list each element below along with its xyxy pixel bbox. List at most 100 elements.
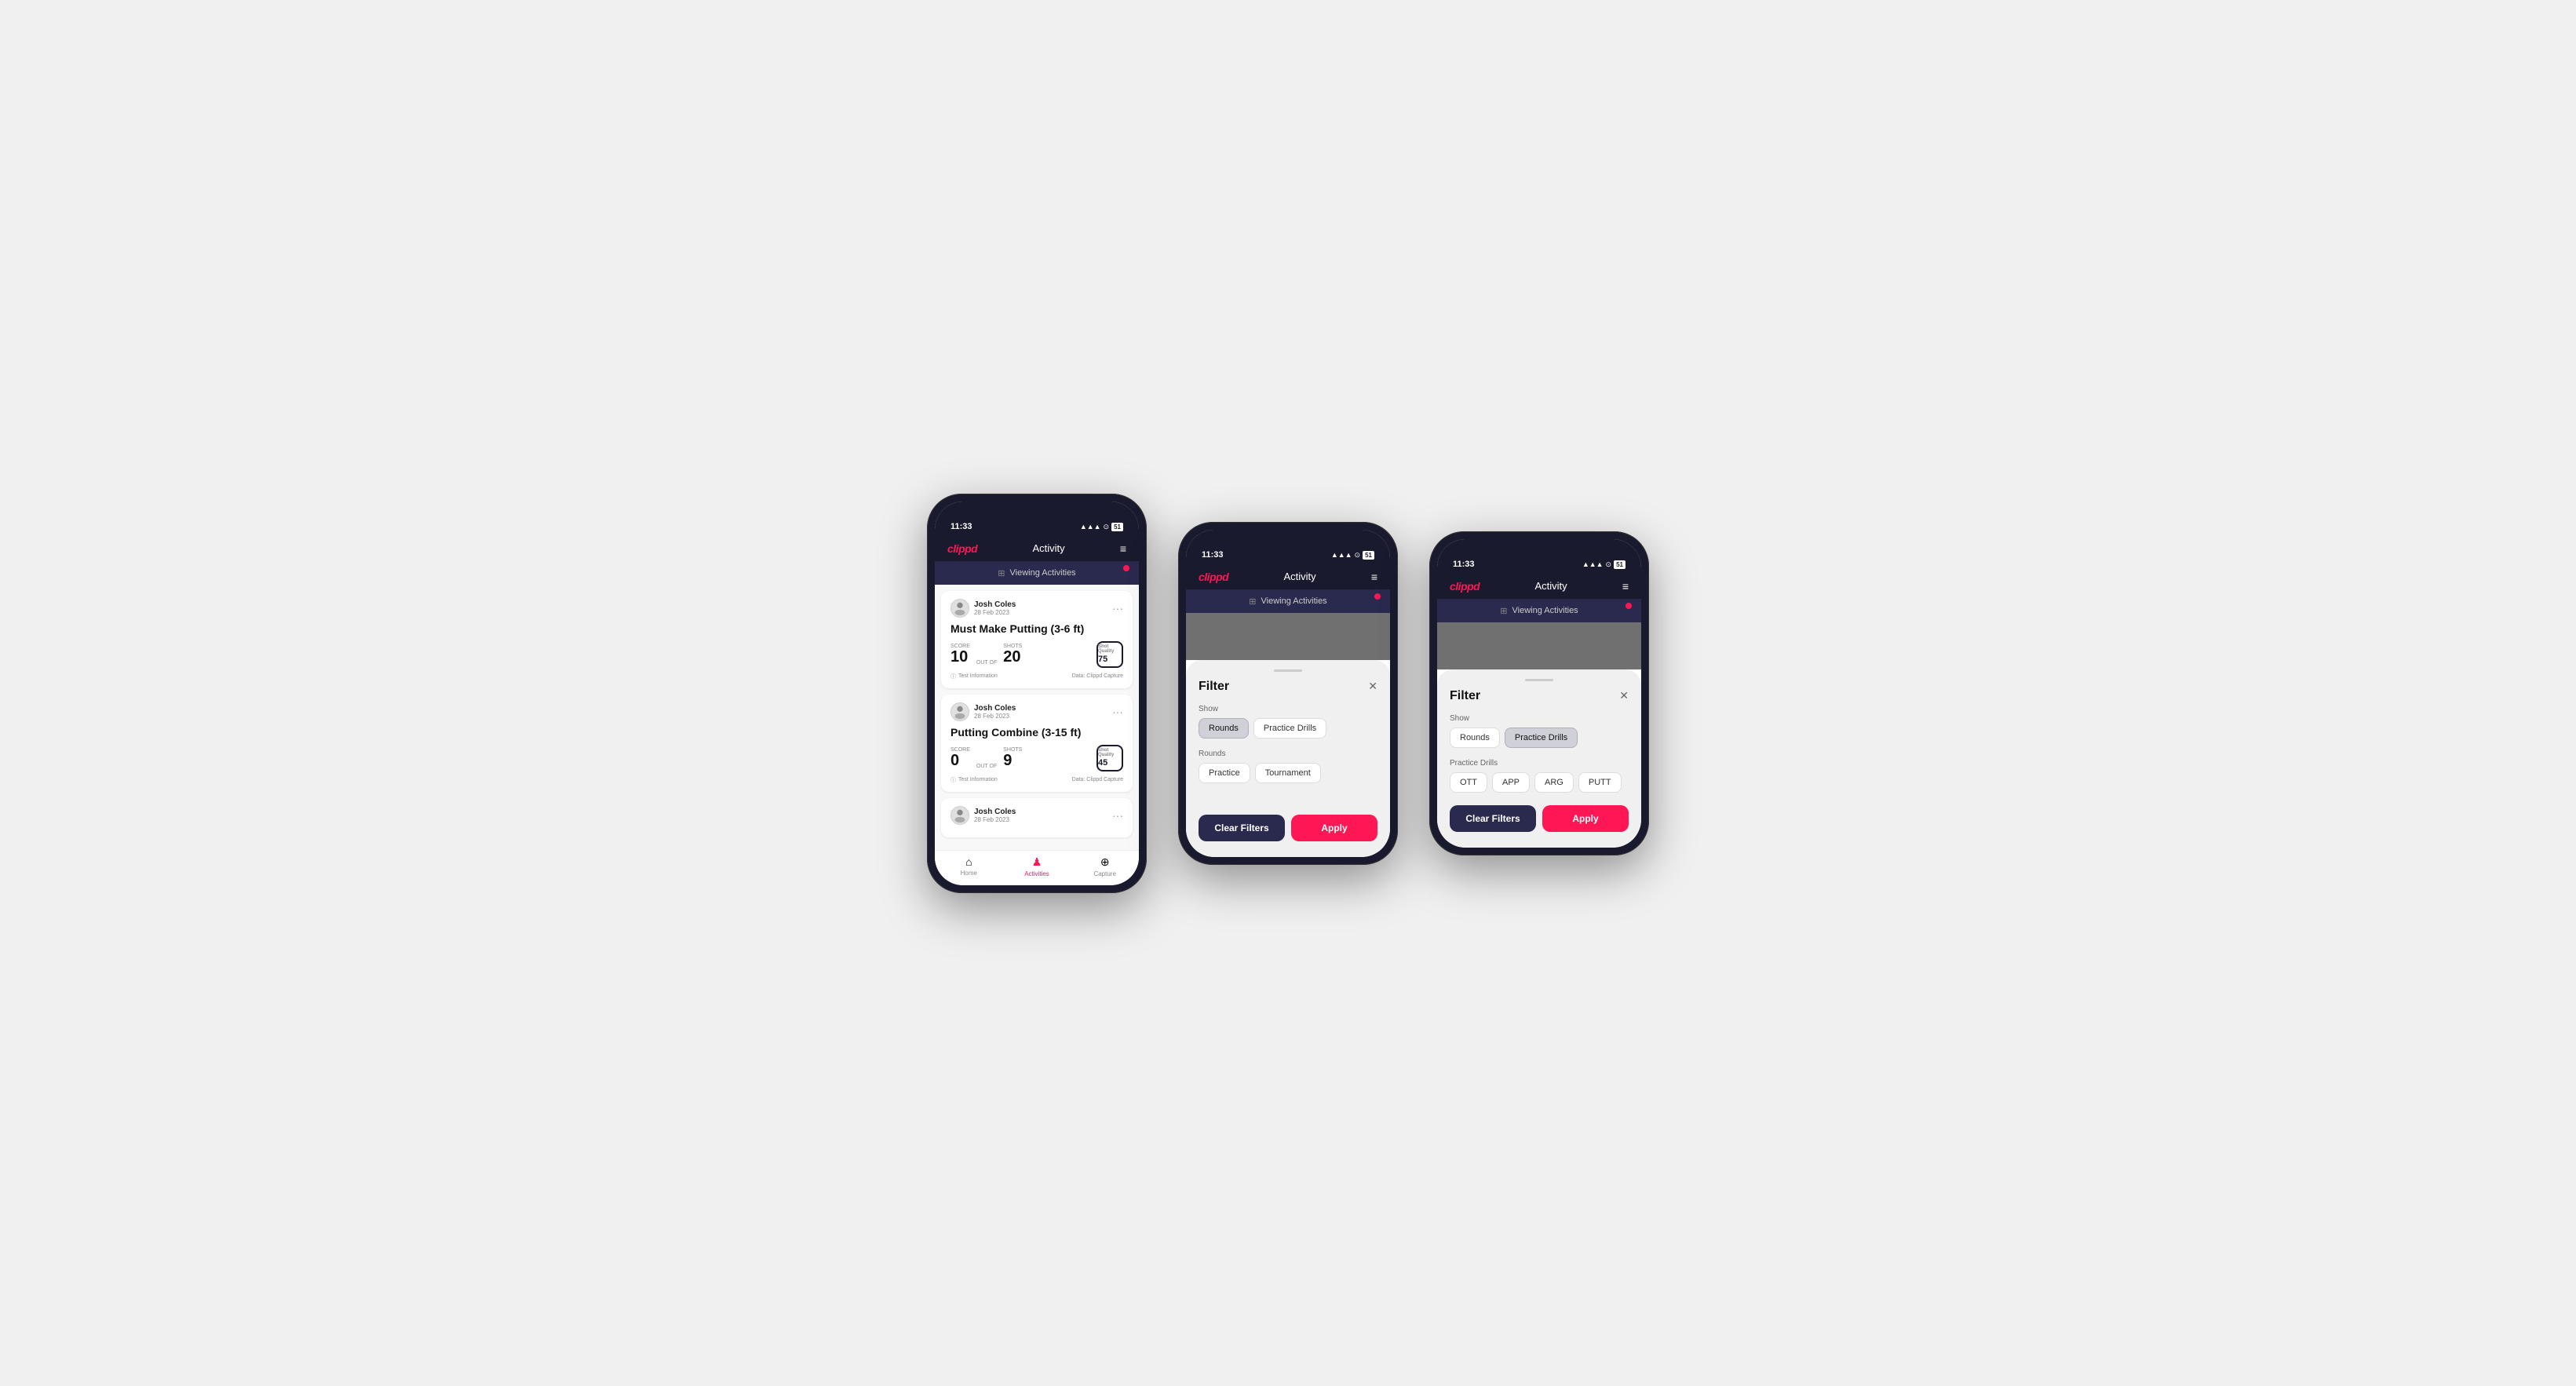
activity-title: Putting Combine (3-15 ft) <box>950 726 1123 739</box>
card-stats: Score 0 OUT OF Shots 9 Shot Quality 45 <box>950 745 1123 771</box>
phone-3-screen: 11:33 ▲▲▲ ⊙ 51 clippd Activity ≡ ⊞ Viewi… <box>1437 539 1641 848</box>
filter-icon: ⊞ <box>998 568 1005 578</box>
nav-bar: clippd Activity ≡ <box>935 536 1139 562</box>
filter-icon: ⊞ <box>1500 606 1507 616</box>
phone-1-screen: 11:33 ▲▲▲ ⊙ 51 clippd Activity ≡ ⊞ Viewi… <box>935 502 1139 885</box>
score-stat: Score 10 <box>950 644 970 665</box>
card-footer: ⓘ Test Information Data: Clippd Capture <box>950 673 1123 680</box>
app-logo: clippd <box>947 542 977 555</box>
test-info-text: Test Information <box>958 777 998 782</box>
shot-quality-badge: Shot Quality 45 <box>1096 745 1123 771</box>
user-name: Josh Coles <box>974 704 1016 713</box>
practice-drills-filter-button[interactable]: Practice Drills <box>1253 718 1326 739</box>
phone-2-screen: 11:33 ▲▲▲ ⊙ 51 clippd Activity ≡ ⊞ Viewi… <box>1186 530 1390 857</box>
dimmed-bg <box>1437 622 1641 669</box>
card-header: Josh Coles 28 Feb 2023 ··· <box>950 599 1123 618</box>
battery-icon: 51 <box>1614 560 1626 569</box>
tab-home[interactable]: ⌂ Home <box>935 855 1003 877</box>
user-date: 28 Feb 2023 <box>974 609 1016 616</box>
modal-overlay: Filter ✕ Show Rounds Practice Drills Pra… <box>1437 669 1641 848</box>
user-name: Josh Coles <box>974 600 1016 609</box>
wifi-icon: ⊙ <box>1355 551 1361 560</box>
battery-icon: 51 <box>1363 551 1374 560</box>
shots-stat: Shots 20 <box>1003 644 1022 665</box>
apply-button[interactable]: Apply <box>1291 815 1377 841</box>
modal-footer: Clear Filters Apply <box>1199 815 1377 841</box>
drill-type-filter-buttons: OTT APP ARG PUTT <box>1450 772 1629 793</box>
score-value: 10 <box>950 649 970 665</box>
phone-3: 11:33 ▲▲▲ ⊙ 51 clippd Activity ≡ ⊞ Viewi… <box>1429 531 1649 855</box>
phone-1: 11:33 ▲▲▲ ⊙ 51 clippd Activity ≡ ⊞ Viewi… <box>927 494 1147 893</box>
tab-label-capture: Capture <box>1093 870 1115 877</box>
activity-card[interactable]: Josh Coles 28 Feb 2023 ··· Putting Combi… <box>941 695 1133 792</box>
menu-icon[interactable]: ≡ <box>1622 580 1629 593</box>
tab-activities[interactable]: ♟ Activities <box>1003 855 1071 877</box>
user-info: Josh Coles 28 Feb 2023 <box>974 704 1016 720</box>
practice-drills-filter-button[interactable]: Practice Drills <box>1505 728 1578 748</box>
test-info: ⓘ Test Information <box>950 673 998 680</box>
user-info: Josh Coles 28 Feb 2023 <box>974 808 1016 823</box>
tab-capture[interactable]: ⊕ Capture <box>1071 855 1139 877</box>
show-filter-buttons: Rounds Practice Drills <box>1199 718 1377 739</box>
ott-filter-button[interactable]: OTT <box>1450 772 1487 793</box>
modal-title: Filter <box>1199 680 1229 694</box>
modal-header: Filter ✕ <box>1450 689 1629 703</box>
app-filter-button[interactable]: APP <box>1492 772 1530 793</box>
apply-button[interactable]: Apply <box>1542 805 1629 832</box>
viewing-banner-text: Viewing Activities <box>1010 568 1076 578</box>
more-options-icon[interactable]: ··· <box>1112 706 1123 717</box>
status-time: 11:33 <box>1453 560 1475 569</box>
app-logo: clippd <box>1199 571 1228 583</box>
data-source: Data: Clippd Capture <box>1072 777 1123 782</box>
viewing-banner[interactable]: ⊞ Viewing Activities <box>1186 590 1390 613</box>
viewing-banner[interactable]: ⊞ Viewing Activities <box>935 562 1139 585</box>
data-source: Data: Clippd Capture <box>1072 673 1123 679</box>
close-icon[interactable]: ✕ <box>1368 680 1377 693</box>
menu-icon[interactable]: ≡ <box>1120 542 1126 555</box>
card-footer: ⓘ Test Information Data: Clippd Capture <box>950 776 1123 784</box>
activity-card[interactable]: Josh Coles 28 Feb 2023 ··· Must Make Put… <box>941 591 1133 688</box>
rounds-filter-button[interactable]: Rounds <box>1450 728 1500 748</box>
viewing-banner[interactable]: ⊞ Viewing Activities <box>1437 600 1641 622</box>
notification-dot <box>1123 565 1129 571</box>
clear-filters-button[interactable]: Clear Filters <box>1450 805 1536 832</box>
notification-dot <box>1626 603 1632 609</box>
shot-quality-value: 45 <box>1098 758 1122 768</box>
arg-filter-button[interactable]: ARG <box>1534 772 1574 793</box>
app-logo: clippd <box>1450 580 1480 593</box>
clear-filters-button[interactable]: Clear Filters <box>1199 815 1285 841</box>
tab-label-home: Home <box>961 870 977 877</box>
modal-title: Filter <box>1450 689 1480 703</box>
more-options-icon[interactable]: ··· <box>1112 810 1123 821</box>
more-options-icon[interactable]: ··· <box>1112 603 1123 614</box>
practice-round-button[interactable]: Practice <box>1199 763 1250 783</box>
shot-quality-value: 75 <box>1098 655 1122 664</box>
avatar <box>950 702 969 721</box>
wifi-icon: ⊙ <box>1606 560 1612 569</box>
notch <box>998 502 1076 523</box>
signal-icon: ▲▲▲ <box>1080 523 1101 531</box>
user-date: 28 Feb 2023 <box>974 816 1016 823</box>
tournament-round-button[interactable]: Tournament <box>1255 763 1321 783</box>
putt-filter-button[interactable]: PUTT <box>1578 772 1622 793</box>
info-icon: ⓘ <box>950 776 956 784</box>
rounds-filter-button[interactable]: Rounds <box>1199 718 1249 739</box>
modal-footer: Clear Filters Apply <box>1450 805 1629 832</box>
viewing-banner-text: Viewing Activities <box>1261 596 1327 606</box>
round-type-filter-buttons: Practice Tournament <box>1199 763 1377 783</box>
card-stats: Score 10 OUT OF Shots 20 Shot Quality 75 <box>950 641 1123 668</box>
tab-label-activities: Activities <box>1024 870 1049 877</box>
test-info-text: Test Information <box>958 673 998 679</box>
activity-card[interactable]: Josh Coles 28 Feb 2023 ··· <box>941 798 1133 837</box>
viewing-banner-text: Viewing Activities <box>1512 606 1578 615</box>
card-header: Josh Coles 28 Feb 2023 ··· <box>950 702 1123 721</box>
show-label: Show <box>1199 705 1377 713</box>
modal-handle <box>1274 669 1302 672</box>
menu-icon[interactable]: ≡ <box>1371 571 1377 583</box>
battery-icon: 51 <box>1111 523 1123 531</box>
shots-value: 9 <box>1003 753 1022 768</box>
avatar <box>950 806 969 825</box>
close-icon[interactable]: ✕ <box>1619 689 1629 702</box>
card-user: Josh Coles 28 Feb 2023 <box>950 599 1016 618</box>
shots-value: 20 <box>1003 649 1022 665</box>
